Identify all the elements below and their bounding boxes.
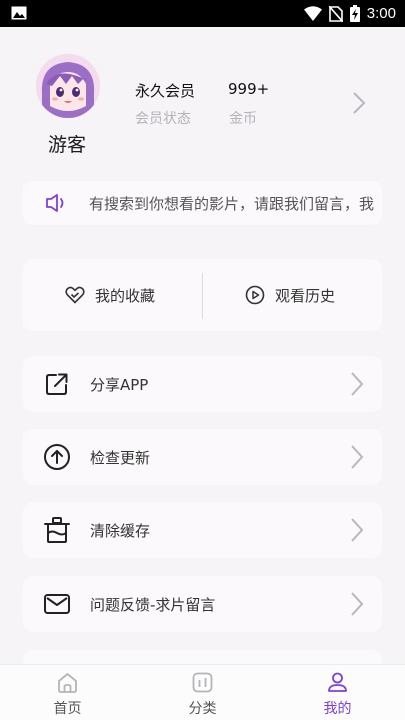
menu-item-check-update[interactable]: 检查更新 (23, 429, 382, 485)
bottom-nav: 首页 分类 我的 (0, 664, 405, 720)
coins-label: 金币 (229, 111, 257, 127)
speaker-icon (46, 194, 64, 212)
nav-category-label: 分类 (188, 701, 217, 717)
menu-label-check-update: 检查更新 (90, 449, 151, 467)
nav-home-label: 首页 (53, 701, 82, 717)
notice-text: 有搜索到你想看的影片，请跟我们留言，我 (89, 195, 375, 213)
chevron-right-icon[interactable] (352, 91, 366, 115)
mail-icon (44, 594, 70, 614)
chevron-right-icon (351, 518, 364, 542)
favorites-label: 我的收藏 (95, 286, 156, 305)
play-history-icon (245, 285, 265, 305)
nav-mine[interactable]: 我的 (270, 665, 405, 720)
quick-actions-card: 我的收藏 观看历史 (23, 259, 382, 331)
status-bar: 3:00 (0, 0, 405, 27)
history-button[interactable]: 观看历史 (245, 259, 335, 331)
home-icon (58, 673, 77, 693)
notice-banner[interactable]: 有搜索到你想看的影片，请跟我们留言，我 (23, 181, 382, 225)
menu-item-share[interactable]: 分享APP (23, 356, 382, 412)
category-icon (192, 672, 213, 693)
membership-value: 永久会员 (135, 82, 196, 100)
coins-value: 999+ (228, 80, 270, 98)
battery-charging-icon (349, 5, 360, 22)
profile-icon (328, 672, 347, 692)
chevron-right-icon (351, 592, 364, 616)
membership-label: 会员状态 (135, 111, 191, 127)
trash-icon (44, 517, 70, 543)
update-icon (44, 444, 70, 470)
menu-label-clear-cache: 清除缓存 (90, 522, 151, 540)
share-icon (46, 373, 68, 395)
nav-mine-label: 我的 (323, 701, 352, 717)
favorites-button[interactable]: 我的收藏 (65, 259, 155, 331)
divider (202, 273, 203, 319)
avatar-anime-girl-icon (36, 54, 100, 118)
menu-label-feedback: 问题反馈-求片留言 (90, 596, 216, 614)
chevron-right-icon (351, 445, 364, 469)
history-label: 观看历史 (275, 286, 336, 305)
nav-home[interactable]: 首页 (0, 665, 135, 720)
menu-item-clear-cache[interactable]: 清除缓存 (23, 502, 382, 558)
menu-item-feedback[interactable]: 问题反馈-求片留言 (23, 576, 382, 632)
heart-icon (65, 286, 85, 304)
menu-label-share: 分享APP (90, 376, 149, 394)
chevron-right-icon (351, 372, 364, 396)
avatar[interactable] (36, 54, 100, 118)
user-name: 游客 (48, 134, 87, 156)
nav-category[interactable]: 分类 (135, 665, 270, 720)
status-time: 3:00 (366, 5, 396, 22)
wifi-icon (303, 6, 322, 21)
no-sim-icon (328, 5, 343, 22)
gallery-notification-icon (11, 6, 27, 20)
